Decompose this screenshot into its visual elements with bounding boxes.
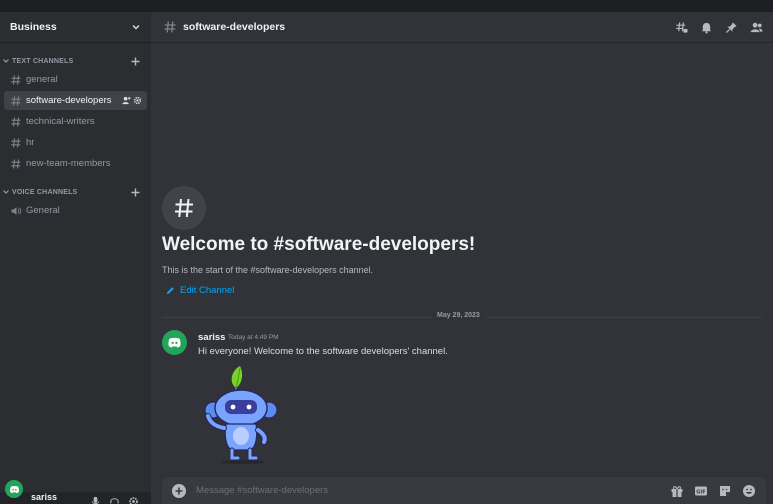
settings-icon[interactable] <box>128 496 139 504</box>
hashtag-icon <box>11 158 21 169</box>
mic-icon[interactable] <box>90 496 101 504</box>
message-timestamp: Today at 4:49 PM <box>228 334 279 341</box>
channel-sidebar: Business TEXT CHANNELS general software-… <box>0 12 151 504</box>
members-icon[interactable] <box>750 21 763 34</box>
channel-topbar: software-developers <box>151 12 773 43</box>
channel-welcome-icon <box>162 186 206 230</box>
server-name: Business <box>10 21 57 33</box>
channel-label: General <box>26 205 60 216</box>
wumpus-sticker-image <box>204 366 278 464</box>
hashtag-icon <box>164 21 176 33</box>
server-header[interactable]: Business <box>0 12 151 43</box>
channel-item-new-team-members[interactable]: new-team-members <box>4 154 147 173</box>
pencil-icon <box>166 287 174 295</box>
topbar-actions <box>675 21 763 34</box>
sticker-icon[interactable] <box>718 484 732 498</box>
channel-item-software-developers[interactable]: software-developers <box>4 91 147 110</box>
discord-logo-icon <box>168 337 181 348</box>
invite-member-icon[interactable] <box>122 96 131 105</box>
caret-down-icon <box>3 59 9 63</box>
message-input[interactable]: Message #software-developers <box>196 485 670 496</box>
channel-item-technical-writers[interactable]: technical-writers <box>4 112 147 131</box>
date-divider-label: May 29, 2023 <box>431 312 486 319</box>
add-channel-icon[interactable] <box>130 56 141 67</box>
channel-label: new-team-members <box>26 158 111 169</box>
welcome-subtitle: This is the start of the #software-devel… <box>162 265 374 275</box>
hashtag-icon <box>11 116 21 127</box>
channel-label: hr <box>26 137 35 148</box>
channel-item-general[interactable]: general <box>4 70 147 89</box>
add-channel-icon[interactable] <box>130 187 141 198</box>
gear-icon[interactable] <box>133 96 142 105</box>
hashtag-icon <box>11 74 21 85</box>
chat-area: software-developers Welcome to #software… <box>151 12 773 504</box>
message-text: Hi everyone! Welcome to the software dev… <box>198 346 448 357</box>
chevron-down-icon <box>132 25 140 30</box>
channel-item-hr[interactable]: hr <box>4 133 147 152</box>
user-controls <box>90 496 139 504</box>
gift-icon[interactable] <box>670 484 684 498</box>
voice-channels-category[interactable]: VOICE CHANNELS <box>0 185 151 199</box>
hashtag-icon <box>11 95 21 106</box>
edit-channel-label: Edit Channel <box>180 285 235 296</box>
username: sariss <box>31 492 58 502</box>
avatar[interactable] <box>162 330 187 355</box>
category-label: VOICE CHANNELS <box>12 188 78 196</box>
bell-icon[interactable] <box>700 21 713 34</box>
window-top-strip <box>0 0 773 12</box>
svg-text:GIF: GIF <box>696 489 705 495</box>
category-label: TEXT CHANNELS <box>12 57 74 65</box>
pin-icon[interactable] <box>725 21 738 34</box>
hashtag-icon <box>175 198 193 218</box>
speaker-icon <box>11 206 22 215</box>
avatar[interactable] <box>5 480 23 498</box>
channel-title: software-developers <box>183 21 286 33</box>
gif-icon[interactable]: GIF <box>694 484 708 498</box>
plus-icon <box>175 487 183 494</box>
message-author[interactable]: sariss <box>198 332 225 343</box>
hashtag-icon <box>11 137 21 148</box>
composer-actions: GIF <box>670 484 756 498</box>
welcome-title: Welcome to #software-developers! <box>162 234 476 255</box>
emoji-icon[interactable] <box>742 484 756 498</box>
channel-label: technical-writers <box>26 116 95 127</box>
add-attachment-button[interactable] <box>172 483 186 498</box>
text-channels-category[interactable]: TEXT CHANNELS <box>0 54 151 68</box>
discord-logo-icon <box>9 485 19 493</box>
channel-label: software-developers <box>26 95 112 106</box>
voice-channel-general[interactable]: General <box>4 201 147 220</box>
headphones-icon[interactable] <box>109 496 120 504</box>
caret-down-icon <box>3 190 9 194</box>
edit-channel-link[interactable]: Edit Channel <box>166 285 234 296</box>
channel-label: general <box>26 74 58 85</box>
message-composer[interactable]: Message #software-developers GIF <box>162 477 766 504</box>
threads-icon[interactable] <box>675 21 688 34</box>
